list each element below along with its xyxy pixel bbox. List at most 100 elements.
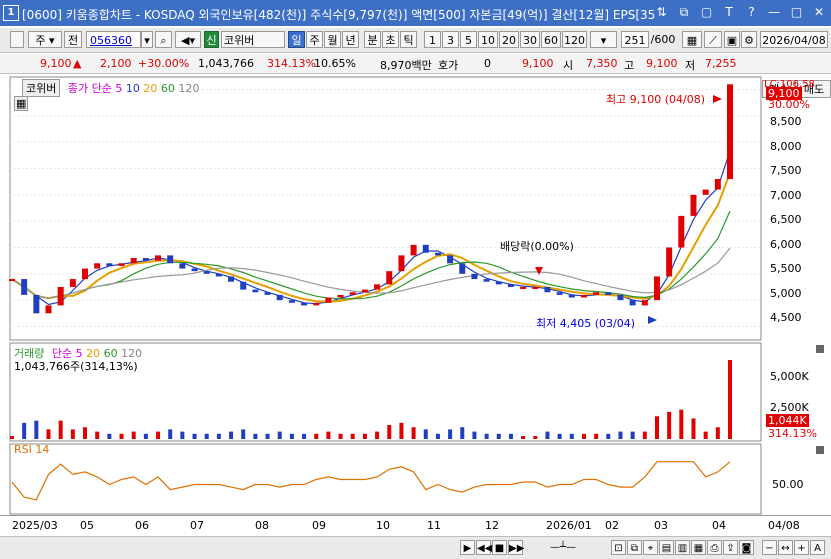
volume-bar [375,431,380,439]
stock-name-field[interactable]: 코위버 [221,31,285,48]
search-icon[interactable]: ⌕ [155,31,172,48]
date-input[interactable]: 2026/04/08 [760,31,828,48]
ma-label[interactable]: 종가 단순 [68,82,112,95]
minute-5[interactable]: 5 [460,31,477,48]
title-icons: ⇅ ⧉ ▢ T ? — □ ✕ [651,4,828,20]
zoom-in-icon[interactable]: + [794,540,809,555]
price-candle [9,279,15,282]
minute-120[interactable]: 120 [562,31,587,48]
low-annotation: 최저 4,405 (03/04) [536,317,636,330]
dividend-arrow-icon [535,267,543,275]
xtick-label: 07 [190,519,204,532]
prev-button[interactable]: 전 [64,31,82,48]
minute-60[interactable]: 60 [541,31,561,48]
sound-icon[interactable]: ◀▾ [175,31,201,48]
xtick-label: 2025/03 [12,519,58,532]
volume-bar [253,433,258,439]
count-input[interactable]: 251 [621,31,649,48]
price-candle [641,300,648,306]
period-tick[interactable]: 틱 [400,31,417,48]
minute-3[interactable]: 3 [442,31,459,48]
price-candle [142,258,149,261]
price-chart-svg[interactable] [0,75,831,515]
period-minute[interactable]: 분 [364,31,381,48]
volume-bar [302,433,307,439]
period-month[interactable]: 월 [324,31,341,48]
maximize-icon[interactable]: □ [789,4,805,20]
price-candle [386,271,393,285]
minimize-icon[interactable]: — [766,4,782,20]
play-icon[interactable]: ▶ [460,540,475,555]
volume-panel-close[interactable] [816,345,824,353]
volume-bar [594,433,599,439]
rsi-panel-close[interactable] [816,446,824,454]
minute-30[interactable]: 30 [520,31,540,48]
peak-arrow-icon [713,95,722,103]
interval-select[interactable]: ▾ [590,31,617,48]
close-icon[interactable]: ✕ [811,4,827,20]
rsi-title[interactable]: RSI 14 [14,443,49,456]
volume-bar [83,427,88,439]
forward-icon[interactable]: ▶▶ [508,540,524,555]
market-badge: 신 [204,31,219,48]
cursor-icon[interactable]: ⌖ [643,540,658,555]
print-icon[interactable]: ⎙ [707,540,722,555]
volume-current: 1,043,766주(314,13%) [14,360,138,373]
pin-icon[interactable]: T [721,4,737,20]
rewind-icon[interactable]: ◀◀ [476,540,492,555]
save-icon[interactable]: ▣ [724,31,740,48]
volume-bar [448,429,453,439]
stock-tag[interactable]: 코위버 [22,79,61,97]
price-series [9,84,733,314]
price-candle [57,286,64,306]
price-candle [313,302,320,306]
low-arrow-icon [648,316,657,324]
link-icon[interactable]: ⇅ [654,4,670,20]
zoom-reset-icon[interactable]: ⊡ [611,540,626,555]
app-number-badge[interactable]: 1 [3,5,19,21]
chevron-down-icon[interactable]: ▾ [141,31,153,48]
window-tile-icon[interactable]: ⧉ [676,4,692,20]
period-week[interactable]: 주 [306,31,323,48]
lock-icon[interactable]: ▢ [699,4,715,20]
help-icon[interactable]: ? [744,4,760,20]
type-select[interactable]: 주 ▾ [28,31,62,48]
price-candle [264,292,271,295]
layout-icon[interactable]: ▦ [691,540,706,555]
font-size-icon[interactable]: A [810,540,825,555]
period-second[interactable]: 초 [382,31,399,48]
price-candle [167,255,174,264]
gear-icon[interactable]: ⚙ [741,31,757,48]
price-candle [191,268,198,272]
shrink-icon[interactable]: ↔ [778,540,793,555]
stock-code-input[interactable]: 056360 [86,31,141,48]
zoom-out-icon[interactable]: − [762,540,777,555]
checkbox[interactable] [10,31,24,48]
minute-10[interactable]: 10 [478,31,498,48]
volume-bar [654,416,659,439]
volume-bar [606,433,611,439]
volume-bar [545,431,550,439]
export-icon[interactable]: ⇪ [723,540,738,555]
change-percent: +30.00% [138,57,190,70]
tools-icon[interactable]: ⟋ [704,31,722,48]
period-year[interactable]: 년 [342,31,359,48]
volume-bar [204,433,209,439]
minute-1[interactable]: 1 [424,31,441,48]
stop-icon[interactable]: ■ [492,540,507,555]
price-candle [276,294,283,301]
copy-icon[interactable]: ⧉ [627,540,642,555]
ytick-label: 5,500 [770,262,802,275]
quote-value: 0 [484,57,491,70]
table-icon[interactable]: ▦ [14,96,29,111]
price-candle [714,179,721,190]
grid-icon[interactable]: ▦ [682,31,702,48]
scroll-slider[interactable]: —┴— [527,540,599,555]
chart-type-icon[interactable]: ▥ [675,540,690,555]
price-candle [422,244,429,253]
ruler-icon[interactable]: ▤ [659,540,674,555]
camera-icon[interactable]: ◙ [739,540,754,555]
volume-bar [667,411,672,439]
minute-20[interactable]: 20 [499,31,519,48]
period-day[interactable]: 일 [288,31,305,48]
